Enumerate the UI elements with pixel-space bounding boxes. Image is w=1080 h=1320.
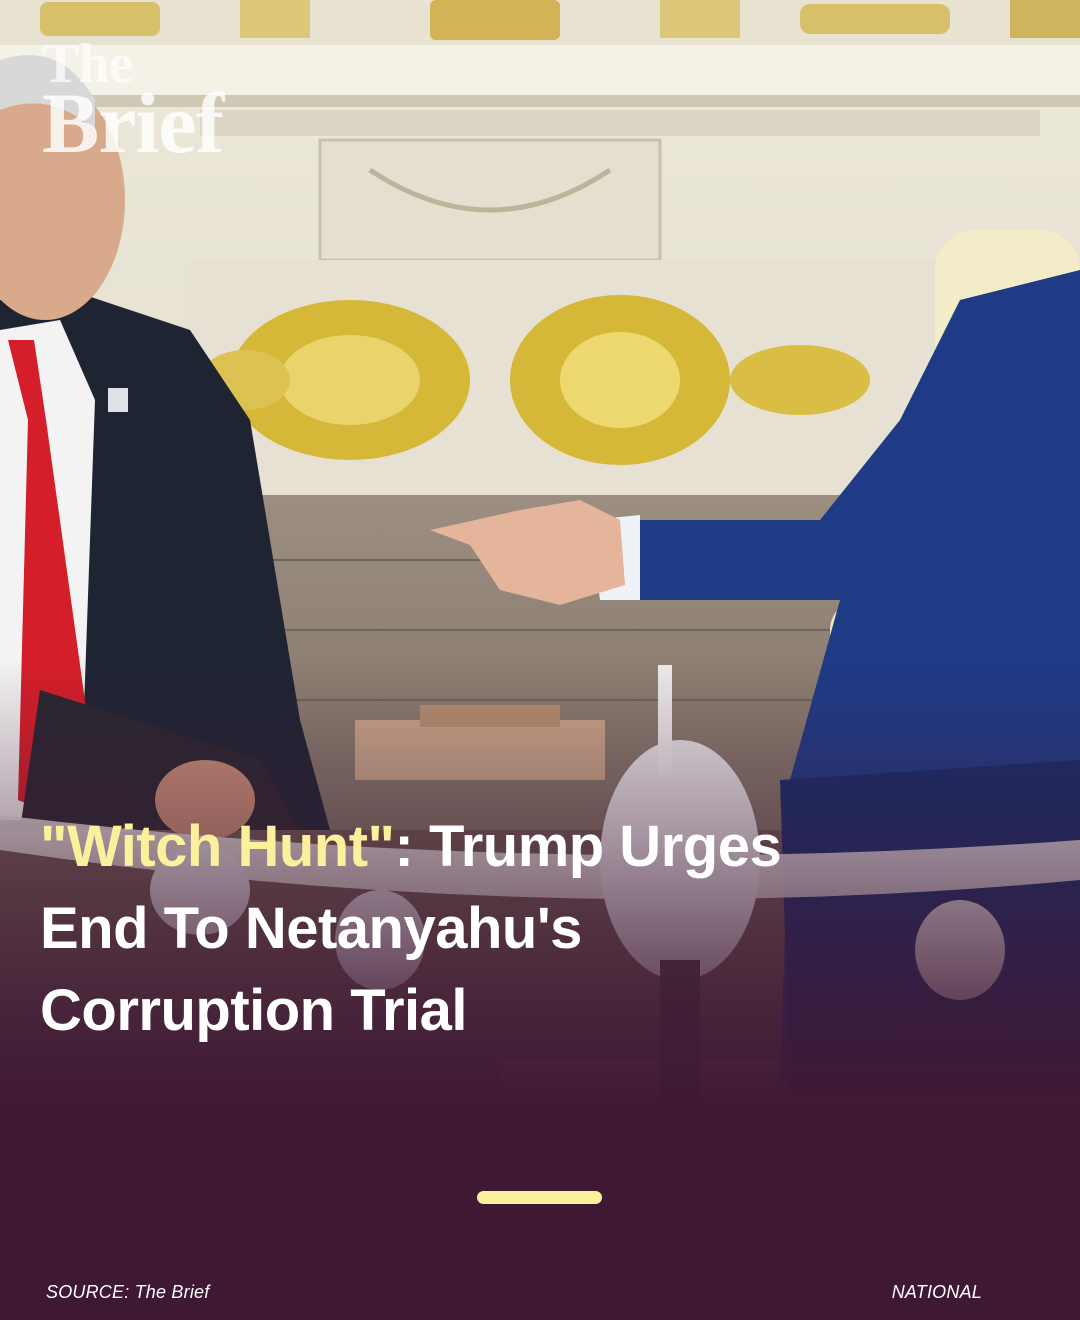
headline-line3: Corruption Trial (40, 978, 468, 1043)
headline-line1-rest: : Trump Urges (394, 814, 782, 879)
source-label: SOURCE: The Brief (46, 1282, 210, 1302)
brand-logo-line1: The (42, 33, 133, 95)
slide-indicator (477, 1191, 602, 1204)
gradient-overlay (0, 0, 1080, 1320)
brand-logo-line2: Brief (42, 74, 224, 171)
headline: "Witch Hunt": Trump Urges End To Netanyah… (40, 806, 940, 1052)
news-card: The Brief "Witch Hunt": Trump Urges End T… (0, 0, 1080, 1320)
headline-highlight: "Witch Hunt" (40, 814, 395, 879)
headline-line2: End To Netanyahu's (40, 896, 582, 961)
category-label: NATIONAL (891, 1282, 982, 1302)
brand-logo: The Brief (42, 33, 224, 171)
